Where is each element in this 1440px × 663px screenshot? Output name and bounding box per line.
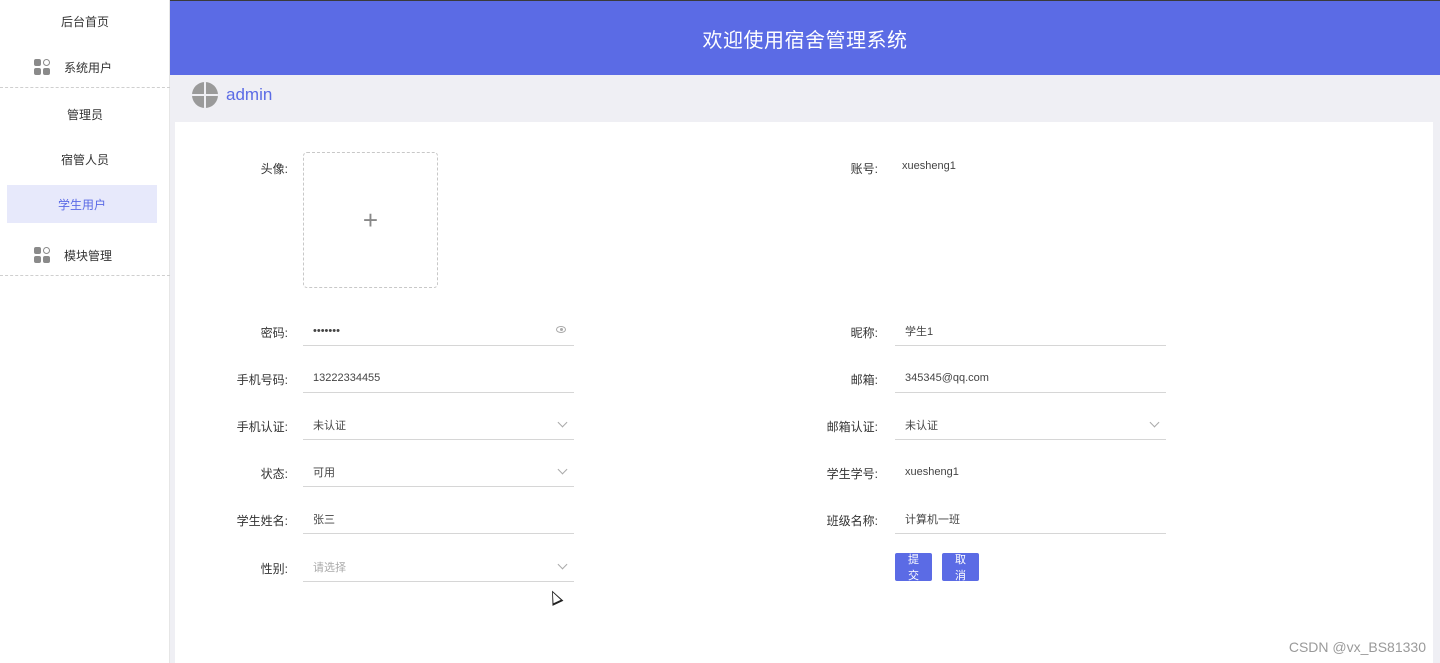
- email-label: 邮箱:: [850, 373, 878, 387]
- sidebar-group-system-users[interactable]: 系统用户: [0, 45, 170, 89]
- eye-icon[interactable]: [556, 326, 566, 333]
- student-no-value: xuesheng1: [905, 466, 959, 478]
- student-name-field[interactable]: 张三: [303, 504, 574, 534]
- password-field[interactable]: •••••••: [303, 316, 574, 346]
- submit-button[interactable]: 提交: [895, 553, 932, 582]
- email-field[interactable]: 345345@qq.com: [895, 363, 1166, 393]
- user-bar: admin: [170, 75, 1440, 115]
- status-value: 可用: [313, 466, 335, 479]
- status-label: 状态:: [260, 467, 288, 481]
- status-select[interactable]: 可用: [303, 457, 574, 487]
- class-field[interactable]: 计算机一班: [895, 504, 1166, 534]
- chevron-down-icon: [557, 464, 568, 475]
- phone-verify-label: 手机认证:: [236, 420, 288, 434]
- cancel-button[interactable]: 取消: [942, 553, 979, 582]
- sidebar-item-dorm-staff[interactable]: 宿管人员: [0, 137, 170, 181]
- apps-icon: [34, 59, 50, 75]
- student-no-label: 学生学号:: [826, 467, 878, 481]
- phone-field[interactable]: 13222334455: [303, 363, 574, 393]
- gender-placeholder: 请选择: [313, 561, 346, 574]
- divider: [0, 275, 170, 276]
- sidebar-item-home[interactable]: 后台首页: [0, 0, 170, 42]
- email-verify-label: 邮箱认证:: [826, 420, 878, 434]
- account-value: xuesheng1: [902, 160, 956, 172]
- email-verify-select[interactable]: 未认证: [895, 410, 1166, 440]
- account-label: 账号:: [850, 162, 878, 176]
- avatar-upload[interactable]: +: [303, 152, 438, 288]
- chevron-down-icon: [1149, 417, 1160, 428]
- sidebar: 后台首页 系统用户 管理员 宿管人员 学生用户 模块管理: [0, 0, 170, 663]
- chevron-down-icon: [557, 417, 568, 428]
- page-title: 欢迎使用宿舍管理系统: [702, 29, 908, 52]
- sidebar-item-student-users[interactable]: 学生用户: [7, 185, 157, 223]
- password-value: •••••••: [313, 324, 340, 337]
- nickname-field[interactable]: 学生1: [895, 316, 1166, 346]
- email-value: 345345@qq.com: [905, 371, 989, 384]
- phone-label: 手机号码:: [236, 373, 288, 387]
- student-name-value: 张三: [313, 513, 335, 526]
- sidebar-group-label: 系统用户: [64, 60, 113, 75]
- username[interactable]: admin: [226, 85, 272, 105]
- gender-select[interactable]: 请选择: [303, 552, 574, 582]
- nickname-label: 昵称:: [850, 326, 878, 340]
- class-value: 计算机一班: [905, 513, 960, 526]
- student-no-display: xuesheng1: [895, 457, 1166, 487]
- divider: [0, 87, 170, 88]
- phone-value: 13222334455: [313, 371, 381, 384]
- phone-verify-value: 未认证: [313, 419, 346, 432]
- gender-label: 性别:: [260, 562, 288, 576]
- sidebar-item-admin[interactable]: 管理员: [0, 92, 170, 136]
- password-label: 密码:: [260, 326, 288, 340]
- watermark: CSDN @vx_BS81330: [1288, 639, 1426, 655]
- avatar[interactable]: [192, 82, 218, 108]
- avatar-label: 头像:: [260, 162, 288, 176]
- phone-verify-select[interactable]: 未认证: [303, 410, 574, 440]
- plus-icon: +: [362, 204, 379, 235]
- class-label: 班级名称:: [826, 514, 878, 528]
- header: 欢迎使用宿舍管理系统: [170, 0, 1440, 75]
- chevron-down-icon: [557, 559, 568, 570]
- student-name-label: 学生姓名:: [236, 514, 288, 528]
- nickname-value: 学生1: [905, 325, 934, 338]
- apps-icon: [34, 247, 50, 263]
- sidebar-group-label: 模块管理: [64, 248, 113, 263]
- sidebar-group-module-mgmt[interactable]: 模块管理: [0, 233, 170, 277]
- email-verify-value: 未认证: [905, 419, 938, 432]
